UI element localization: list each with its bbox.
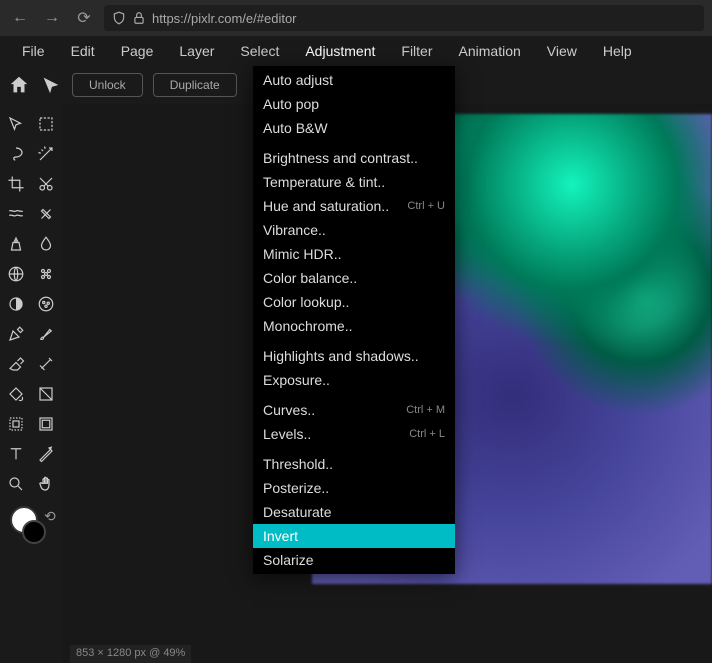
adjustment-item-desaturate[interactable]: Desaturate <box>253 500 455 524</box>
disperse-tool[interactable] <box>32 260 60 288</box>
browser-bar: ← → ⟳ https://pixlr.com/e/#editor <box>0 0 712 36</box>
adjustment-item-levels[interactable]: Levels.. Ctrl + L <box>253 422 455 446</box>
menu-item-label: Color balance.. <box>263 270 357 286</box>
reload-button[interactable]: ⟳ <box>72 6 96 30</box>
menu-item-label: Threshold.. <box>263 456 333 472</box>
address-bar[interactable]: https://pixlr.com/e/#editor <box>104 5 704 31</box>
adjustment-item-solarize[interactable]: Solarize <box>253 548 455 572</box>
menu-item-label: Temperature & tint.. <box>263 174 385 190</box>
adjustment-item-mimic-hdr[interactable]: Mimic HDR.. <box>253 242 455 266</box>
arrow-icon[interactable] <box>40 74 62 96</box>
color-replace-tool[interactable] <box>32 350 60 378</box>
marquee-tool[interactable] <box>32 110 60 138</box>
menu-page[interactable]: Page <box>109 39 166 63</box>
cut-tool[interactable] <box>32 170 60 198</box>
menu-item-label: Hue and saturation.. <box>263 198 389 214</box>
menu-file[interactable]: File <box>10 39 57 63</box>
menu-filter[interactable]: Filter <box>389 39 444 63</box>
status-bar: 853 × 1280 px @ 49% <box>70 645 191 663</box>
crop-tool[interactable] <box>2 170 30 198</box>
menu-item-label: Curves.. <box>263 402 315 418</box>
menu-item-label: Highlights and shadows.. <box>263 348 419 364</box>
pen-tool[interactable] <box>2 320 30 348</box>
duplicate-button[interactable]: Duplicate <box>153 73 237 97</box>
menu-select[interactable]: Select <box>228 39 291 63</box>
adjustment-menu: Auto adjust Auto pop Auto B&W Brightness an… <box>253 66 455 574</box>
fill-tool[interactable] <box>2 380 30 408</box>
menu-item-label: Auto pop <box>263 96 319 112</box>
adjustment-item-threshold[interactable]: Threshold.. <box>253 452 455 476</box>
menu-adjustment[interactable]: Adjustment <box>293 39 387 63</box>
heal-tool[interactable] <box>32 200 60 228</box>
menu-item-label: Exposure.. <box>263 372 330 388</box>
adjustment-item-vibrance[interactable]: Vibrance.. <box>253 218 455 242</box>
menu-layer[interactable]: Layer <box>167 39 226 63</box>
menu-item-label: Levels.. <box>263 426 311 442</box>
adjustment-item-invert[interactable]: Invert <box>253 524 455 548</box>
zoom-tool[interactable] <box>2 470 30 498</box>
frame-tool[interactable] <box>32 410 60 438</box>
menu-item-label: Vibrance.. <box>263 222 326 238</box>
menu-item-shortcut: Ctrl + U <box>407 200 445 212</box>
menu-edit[interactable]: Edit <box>59 39 107 63</box>
adjustment-item-monochrome[interactable]: Monochrome.. <box>253 314 455 338</box>
background-color[interactable] <box>22 520 46 544</box>
url-text: https://pixlr.com/e/#editor <box>152 11 297 26</box>
menu-item-label: Brightness and contrast.. <box>263 150 418 166</box>
wand-tool[interactable] <box>32 140 60 168</box>
menu-item-label: Auto adjust <box>263 72 333 88</box>
adjustment-item-curves[interactable]: Curves.. Ctrl + M <box>253 398 455 422</box>
lasso-tool[interactable] <box>2 140 30 168</box>
menu-animation[interactable]: Animation <box>447 39 533 63</box>
menu-help[interactable]: Help <box>591 39 644 63</box>
sponge-tool[interactable] <box>32 290 60 318</box>
menu-item-label: Monochrome.. <box>263 318 352 334</box>
adjustment-item-auto-adjust[interactable]: Auto adjust <box>253 68 455 92</box>
hand-tool[interactable] <box>32 470 60 498</box>
text-tool[interactable] <box>2 440 30 468</box>
adjustment-item-posterize[interactable]: Posterize.. <box>253 476 455 500</box>
menu-item-label: Color lookup.. <box>263 294 349 310</box>
adjustment-item-auto-b-w[interactable]: Auto B&W <box>253 116 455 140</box>
shape-tool[interactable] <box>2 410 30 438</box>
adjustment-item-auto-pop[interactable]: Auto pop <box>253 92 455 116</box>
menu-item-label: Posterize.. <box>263 480 329 496</box>
menu-item-label: Invert <box>263 528 298 544</box>
adjustment-item-hue-and-saturation[interactable]: Hue and saturation.. Ctrl + U <box>253 194 455 218</box>
liquify-tool[interactable] <box>2 200 30 228</box>
globe-tool[interactable] <box>2 260 30 288</box>
menu-item-shortcut: Ctrl + L <box>409 428 445 440</box>
dodge-tool[interactable] <box>2 290 30 318</box>
menu-item-label: Auto B&W <box>263 120 328 136</box>
lock-icon <box>132 11 146 25</box>
color-swatches: ⟲ <box>4 506 58 550</box>
menu-item-label: Desaturate <box>263 504 331 520</box>
swap-colors-icon[interactable]: ⟲ <box>44 508 56 525</box>
blur-tool[interactable] <box>32 230 60 258</box>
adjustment-item-temperature-tint[interactable]: Temperature & tint.. <box>253 170 455 194</box>
home-icon[interactable] <box>8 74 30 96</box>
brush-tool[interactable] <box>32 320 60 348</box>
tool-palette: ⟲ <box>0 104 62 556</box>
clone-tool[interactable] <box>2 230 30 258</box>
menu-bar: File Edit Page Layer Select Adjustment F… <box>0 36 712 66</box>
menu-item-label: Solarize <box>263 552 314 568</box>
shield-icon <box>112 11 126 25</box>
draw-tool[interactable] <box>32 440 60 468</box>
forward-button[interactable]: → <box>40 6 64 30</box>
menu-item-label: Mimic HDR.. <box>263 246 342 262</box>
adjustment-item-color-balance[interactable]: Color balance.. <box>253 266 455 290</box>
adjustment-item-brightness-and-contrast[interactable]: Brightness and contrast.. <box>253 146 455 170</box>
adjustment-item-exposure[interactable]: Exposure.. <box>253 368 455 392</box>
unlock-button[interactable]: Unlock <box>72 73 143 97</box>
eraser-tool[interactable] <box>2 350 30 378</box>
back-button[interactable]: ← <box>8 6 32 30</box>
menu-item-shortcut: Ctrl + M <box>406 404 445 416</box>
adjustment-item-color-lookup[interactable]: Color lookup.. <box>253 290 455 314</box>
gradient-tool[interactable] <box>32 380 60 408</box>
menu-view[interactable]: View <box>535 39 589 63</box>
adjustment-item-highlights-and-shadows[interactable]: Highlights and shadows.. <box>253 344 455 368</box>
move-tool[interactable] <box>2 110 30 138</box>
